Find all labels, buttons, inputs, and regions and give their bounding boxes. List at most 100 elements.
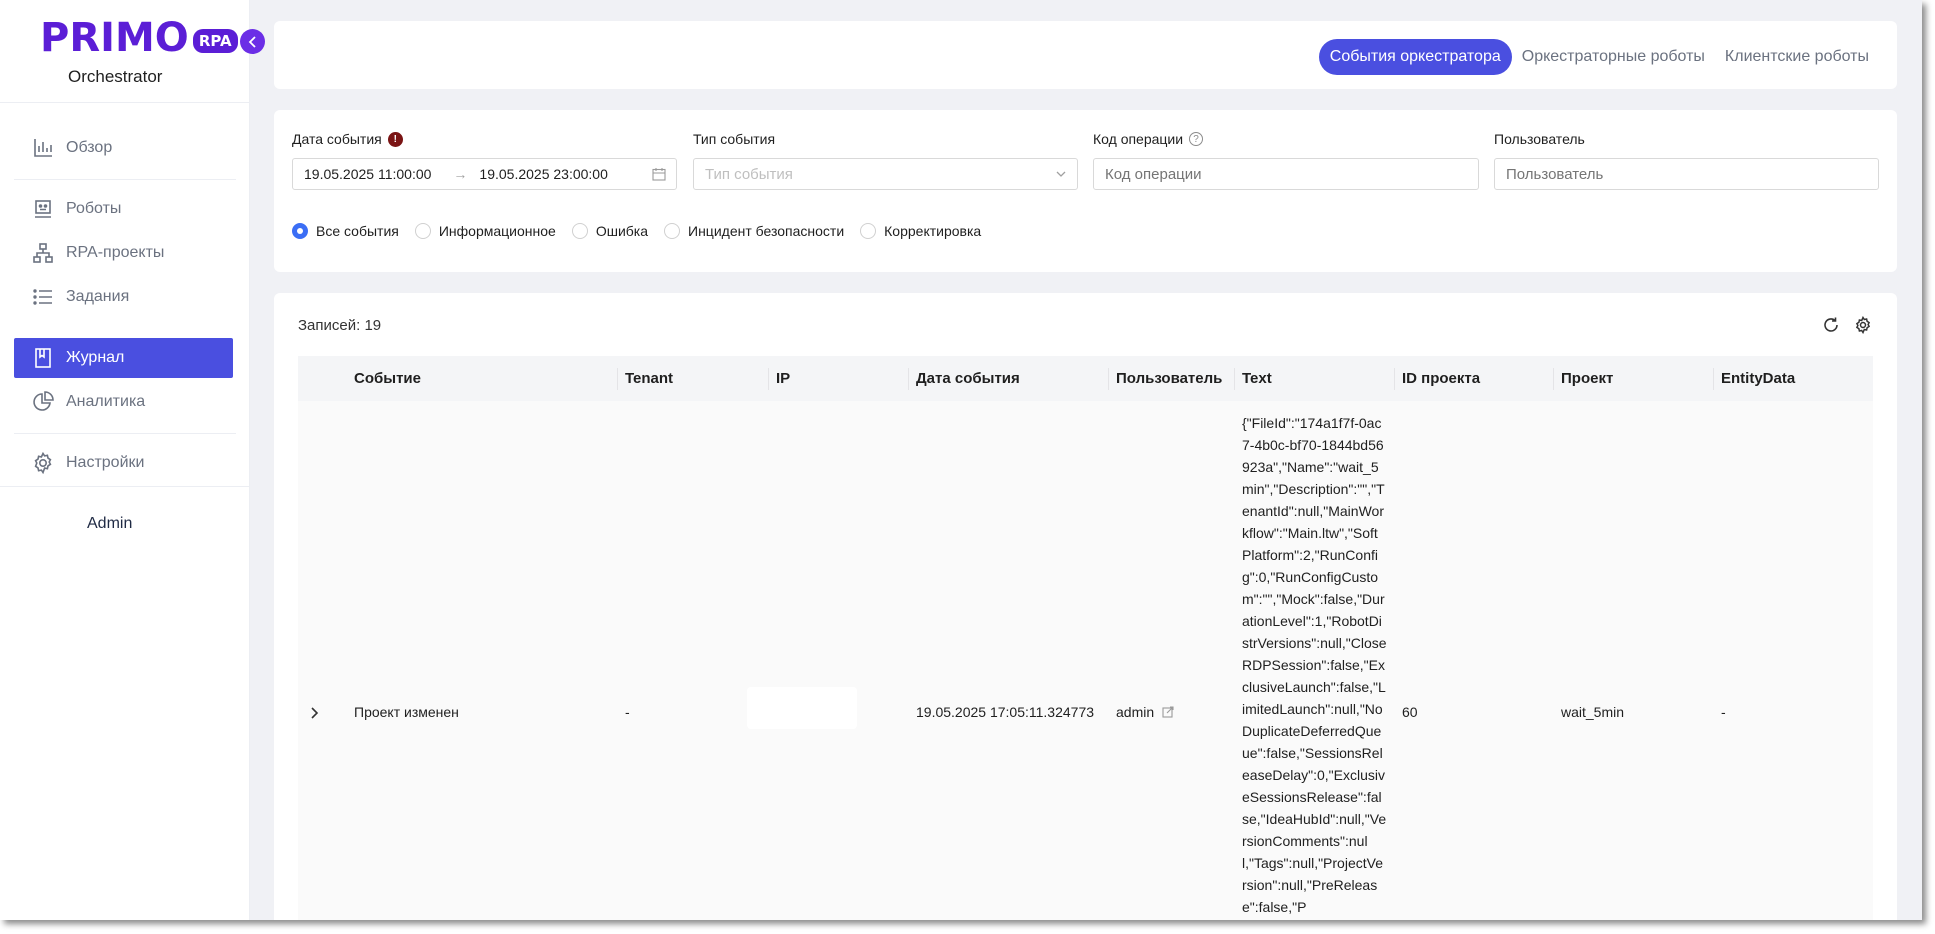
radio-label: Информационное xyxy=(438,223,556,239)
radio-dot[interactable] xyxy=(860,223,877,239)
cell-text: {"FileId":"174a1f7f-0ac7-4b0c-bf70-1844b… xyxy=(1242,415,1387,915)
radio-all-events[interactable]: Все события xyxy=(292,223,399,239)
radio-dot[interactable] xyxy=(571,223,588,239)
arrow-right-icon: → xyxy=(453,166,468,182)
column-header-date[interactable]: Дата события xyxy=(908,356,1020,401)
table-tools xyxy=(1809,315,1873,335)
cell-event: Проект изменен xyxy=(354,704,459,720)
column-header-label: Проект xyxy=(1561,370,1614,387)
column-header-project-id[interactable]: ID проекта xyxy=(1394,356,1480,401)
gear-icon xyxy=(32,452,54,474)
sidebar-item-overview[interactable]: Обзор xyxy=(14,128,233,168)
events-table-card: Записей: 19 Событие Tenant IP Дата событ… xyxy=(274,293,1897,920)
radio-error[interactable]: Ошибка xyxy=(571,223,649,239)
column-header-event[interactable]: Событие xyxy=(346,356,421,401)
sidebar-item-analytics[interactable]: Аналитика xyxy=(14,382,233,422)
open-link-icon[interactable] xyxy=(1162,706,1174,718)
radio-dot[interactable] xyxy=(292,223,308,239)
column-header-entity-data[interactable]: EntityData xyxy=(1713,356,1795,401)
cell-ip xyxy=(747,687,857,729)
hierarchy-icon xyxy=(32,242,54,264)
table-row[interactable]: Проект изменен - 19.05.2025 17:05:11.324… xyxy=(298,401,1873,920)
column-divider xyxy=(617,368,618,390)
filters-card: Дата события ! 19.05.2025 11:00:00 → 19.… xyxy=(274,110,1897,272)
sidebar-item-label: Аналитика xyxy=(66,393,146,410)
column-header-text[interactable]: Text xyxy=(1234,356,1272,401)
radio-informational[interactable]: Информационное xyxy=(414,223,556,239)
column-header-tenant[interactable]: Tenant xyxy=(617,356,673,401)
chevron-right-icon[interactable] xyxy=(306,705,322,721)
collapse-sidebar-button[interactable] xyxy=(240,29,265,54)
robot-icon xyxy=(32,198,54,220)
logo-text: PRIMO xyxy=(40,15,189,61)
sidebar-item-rpa-projects[interactable]: RPA-проекты xyxy=(14,233,233,273)
tab-orchestrator-events[interactable]: События оркестратора xyxy=(1318,39,1512,75)
column-divider xyxy=(1713,368,1714,390)
cell-date: 19.05.2025 17:05:11.324773 xyxy=(916,704,1095,720)
radio-label: Ошибка xyxy=(595,223,649,239)
radio-dot[interactable] xyxy=(414,223,431,239)
date-range-picker[interactable]: 19.05.2025 11:00:00 → 19.05.2025 23:00:0… xyxy=(292,158,677,190)
bar-chart-icon xyxy=(32,137,54,159)
radio-dot[interactable] xyxy=(664,223,681,239)
help-icon[interactable]: ? xyxy=(1189,132,1204,146)
column-divider xyxy=(1234,368,1235,390)
tabs-card: События оркестратора Оркестраторные робо… xyxy=(274,21,1897,89)
cell-user-text: admin xyxy=(1116,704,1155,720)
cell-user[interactable]: admin xyxy=(1116,704,1174,720)
sidebar-item-label: Журнал xyxy=(66,349,125,366)
divider xyxy=(0,486,250,487)
column-header-label: Tenant xyxy=(625,370,674,387)
column-header-user[interactable]: Пользователь xyxy=(1108,356,1222,401)
book-icon xyxy=(32,347,54,369)
op-code-label-text: Код операции xyxy=(1093,131,1184,147)
column-header-label: Пользователь xyxy=(1116,370,1223,387)
sidebar-item-label: Обзор xyxy=(66,139,113,156)
brand-header: PRIMO RPA Orchestrator xyxy=(0,0,249,103)
user-filter-label: Пользователь xyxy=(1494,131,1585,147)
column-header-project[interactable]: Проект xyxy=(1553,356,1613,401)
chevron-down-icon xyxy=(1056,171,1066,177)
event-type-label: Тип события xyxy=(693,131,776,147)
event-type-select[interactable]: Тип события xyxy=(693,158,1078,190)
column-header-label: Дата события xyxy=(916,370,1020,387)
sidebar-item-settings[interactable]: Настройки xyxy=(14,443,233,483)
cell-entity-data: - xyxy=(1721,704,1726,720)
table-header: Событие Tenant IP Дата события Пользоват… xyxy=(298,356,1873,401)
sidebar-item-label: Настройки xyxy=(66,454,145,471)
pie-chart-icon xyxy=(32,391,54,413)
refresh-button[interactable] xyxy=(1821,315,1841,335)
user-filter-input[interactable] xyxy=(1494,158,1879,190)
column-header-label: IP xyxy=(776,370,791,387)
date-from-value[interactable]: 19.05.2025 11:00:00 xyxy=(304,166,431,182)
app-subtitle: Orchestrator xyxy=(68,67,163,86)
tab-orchestrator-robots[interactable]: Оркестраторные роботы xyxy=(1512,39,1715,75)
date-to-value[interactable]: 19.05.2025 23:00:00 xyxy=(479,166,607,182)
cell-project: wait_5min xyxy=(1561,704,1625,720)
current-user[interactable]: Admin xyxy=(87,515,132,533)
chevron-left-icon xyxy=(248,35,256,48)
alert-icon: ! xyxy=(387,131,403,147)
sidebar-item-robots[interactable]: Роботы xyxy=(14,189,233,229)
gear-icon xyxy=(1855,316,1871,334)
logo-badge: RPA xyxy=(192,29,238,53)
sidebar-item-journal[interactable]: Журнал xyxy=(14,338,233,378)
radio-label: Все события xyxy=(316,223,399,239)
tab-client-robots[interactable]: Клиентские роботы xyxy=(1715,39,1879,75)
sidebar-item-tasks[interactable]: Задания xyxy=(14,277,233,317)
column-header-label: EntityData xyxy=(1721,370,1796,387)
primo-logo[interactable]: PRIMO RPA xyxy=(40,14,238,62)
cell-tenant: - xyxy=(625,704,630,720)
op-code-input[interactable] xyxy=(1093,158,1479,190)
column-divider xyxy=(1553,368,1554,390)
divider xyxy=(14,433,236,434)
sidebar-item-label: RPA-проекты xyxy=(66,244,165,261)
column-header-ip[interactable]: IP xyxy=(768,356,790,401)
radio-security-incident[interactable]: Инцидент безопасности xyxy=(664,223,844,239)
list-icon xyxy=(32,286,54,308)
divider xyxy=(14,179,236,180)
radio-correction[interactable]: Корректировка xyxy=(860,223,981,239)
table-settings-button[interactable] xyxy=(1853,315,1873,335)
column-divider xyxy=(1394,368,1395,390)
records-count: Записей: 19 xyxy=(298,317,382,334)
